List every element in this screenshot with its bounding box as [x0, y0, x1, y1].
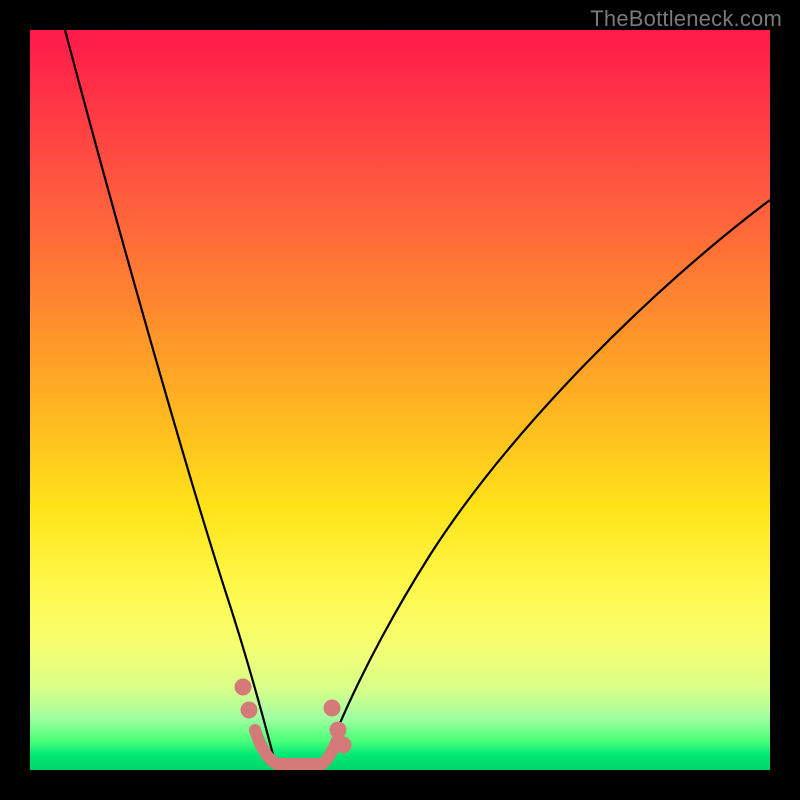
marker-dot-left-lower	[241, 702, 258, 719]
marker-dot-left-upper	[235, 679, 252, 696]
marker-dot-right-lower	[335, 737, 352, 754]
chart-overlay	[30, 30, 770, 770]
chart-stage: TheBottleneck.com	[0, 0, 800, 800]
watermark-text: TheBottleneck.com	[590, 6, 782, 32]
curve-right-branch	[322, 200, 770, 770]
marker-dot-right-mid	[330, 722, 347, 739]
curve-left-branch	[65, 30, 277, 770]
marker-dot-right-upper	[324, 700, 341, 717]
